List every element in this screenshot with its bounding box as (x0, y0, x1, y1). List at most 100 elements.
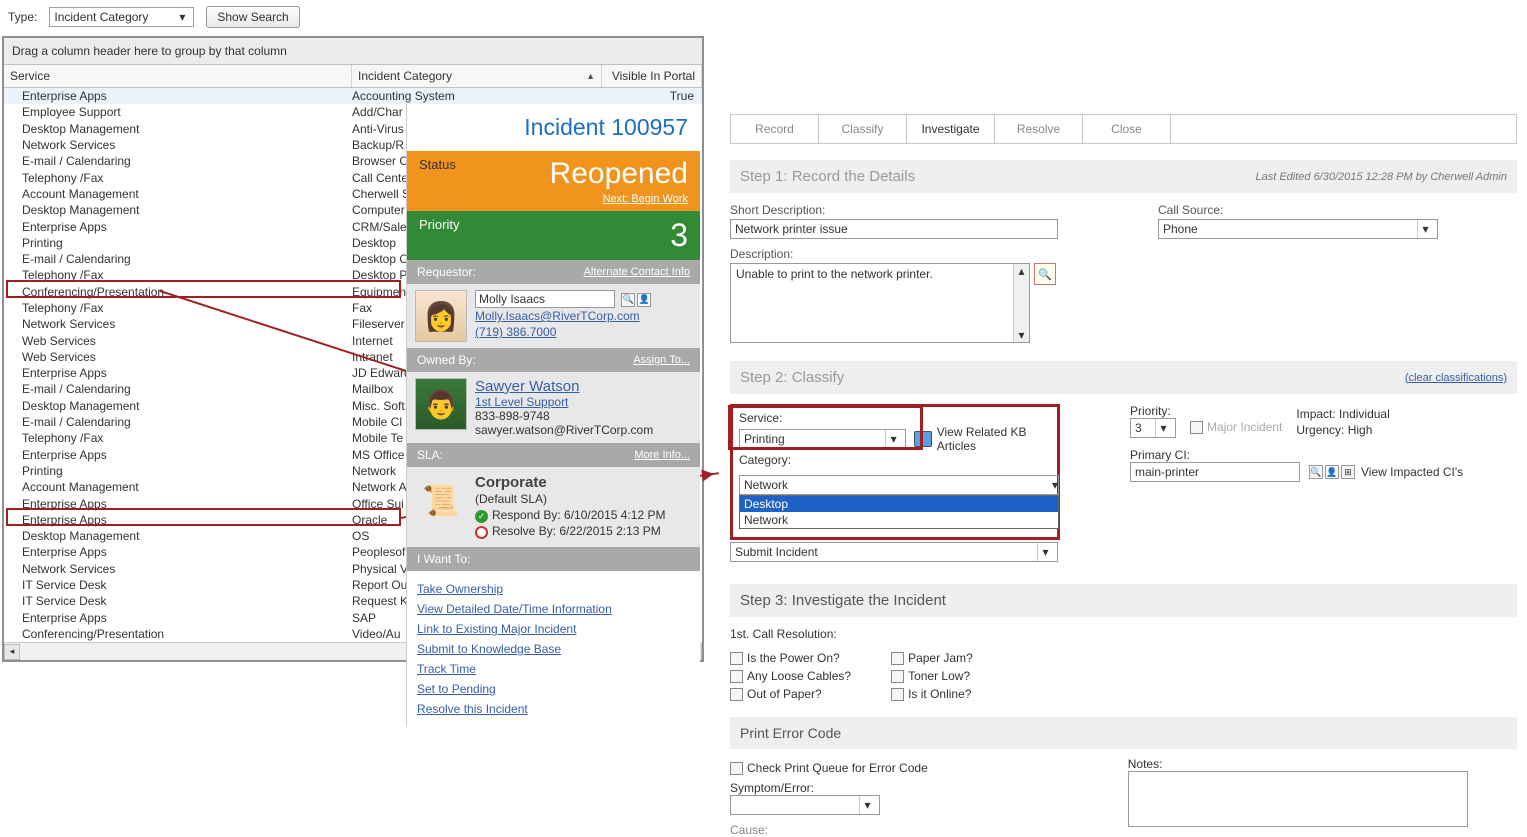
owner-phone: 833-898-9748 (475, 409, 692, 423)
dropdown-arrow-icon: ▾ (859, 796, 875, 814)
textarea-scrollbar[interactable]: ▴▾ (1013, 264, 1029, 342)
category-dropdown-list[interactable]: Desktop Network (739, 495, 1059, 529)
tab-close[interactable]: Close (1083, 115, 1171, 143)
category-label: Category: (739, 453, 791, 467)
notes-label: Notes: (1128, 757, 1163, 771)
type-value: Incident Category (54, 10, 148, 24)
tab-classify[interactable]: Classify (819, 115, 907, 143)
view-impacted-ci-link[interactable]: View Impacted CI's (1361, 465, 1463, 479)
owner-group-link[interactable]: 1st Level Support (475, 395, 692, 409)
col-visible-header[interactable]: Visible In Portal (602, 65, 702, 87)
priority-label: Priority (419, 217, 459, 254)
category-select[interactable]: Network▾ (739, 475, 1059, 495)
desc-label: Description: (730, 247, 1058, 261)
want-header: I Want To: (417, 552, 470, 566)
check-label: Any Loose Cables? (747, 669, 851, 683)
show-search-button[interactable]: Show Search (206, 6, 299, 28)
checkbox[interactable] (730, 688, 743, 701)
classify-highlight-box: Service: Printing▾ View Related KB Artic… (730, 404, 1060, 540)
scroll-left-icon[interactable]: ◂ (4, 644, 20, 660)
want-action-link[interactable]: Set to Pending (417, 679, 690, 699)
category-option-desktop[interactable]: Desktop (740, 496, 1058, 512)
description-textarea[interactable]: Unable to print to the network printer. … (730, 263, 1030, 343)
impact-text: Impact: Individual (1296, 406, 1389, 422)
table-row[interactable]: Enterprise AppsAccounting SystemTrue (4, 88, 702, 104)
tab-record[interactable]: Record (731, 115, 819, 143)
want-action-link[interactable]: Submit to Knowledge Base (417, 639, 690, 659)
want-action-link[interactable]: Track Time (417, 659, 690, 679)
category-option-network[interactable]: Network (740, 512, 1058, 528)
sla-respond: Respond By: 6/10/2015 4:12 PM (492, 508, 665, 522)
priority-select[interactable]: 3▾ (1130, 418, 1176, 438)
respond-ok-icon: ✓ (475, 510, 488, 523)
ci-lookup-icon[interactable]: 🔍 (1309, 465, 1323, 479)
next-action-link[interactable]: Next: Begin Work (550, 193, 688, 205)
want-action-link[interactable]: View Detailed Date/Time Information (417, 599, 690, 619)
checkbox[interactable] (891, 670, 904, 683)
short-desc-label: Short Description: (730, 203, 1058, 217)
call-source-select[interactable]: Phone▾ (1158, 219, 1438, 239)
status-value: Reopened (550, 157, 688, 191)
ci-tree-icon[interactable]: ⊞ (1341, 465, 1355, 479)
urgency-text: Urgency: High (1296, 422, 1389, 438)
col-service-header[interactable]: Service (4, 65, 352, 87)
checkbox[interactable] (730, 670, 743, 683)
requestor-avatar: 👩 (415, 290, 467, 342)
assign-to-link[interactable]: Assign To... (633, 354, 690, 366)
dropdown-arrow-icon: ▾ (1417, 220, 1433, 238)
error-code-header: Print Error Code (740, 725, 841, 741)
want-action-link[interactable]: Resolve this Incident (417, 699, 690, 719)
requestor-phone-link[interactable]: (719) 386.7000 (475, 324, 692, 340)
call-source-label: Call Source: (1158, 203, 1438, 217)
dropdown-arrow-icon: ▾ (1037, 543, 1053, 561)
dropdown-arrow-icon: ▾ (885, 430, 901, 448)
primary-ci-input[interactable]: main-printer (1130, 462, 1300, 482)
group-by-bar[interactable]: Drag a column header here to group by th… (4, 38, 702, 65)
user-icon[interactable]: 👤 (637, 293, 651, 307)
tab-resolve[interactable]: Resolve (995, 115, 1083, 143)
type-select[interactable]: Incident Category ▾ (49, 7, 194, 27)
incident-title: Incident 100957 (407, 104, 700, 151)
symptom-select[interactable]: ▾ (730, 795, 880, 815)
step1-title: Step 1: Record the Details (740, 168, 915, 185)
col-category-header[interactable]: Incident Category▲ (352, 65, 602, 87)
cause-label: Cause: (730, 823, 928, 837)
requestor-header: Requestor: (417, 265, 476, 279)
want-action-link[interactable]: Link to Existing Major Incident (417, 619, 690, 639)
notes-textarea[interactable] (1128, 771, 1468, 827)
spellcheck-icon[interactable]: 🔍 (1034, 263, 1056, 285)
checkbox[interactable] (891, 688, 904, 701)
check-label: Is it Online? (908, 687, 971, 701)
requestor-name-input[interactable]: Molly Isaacs (475, 290, 615, 308)
check-label: Out of Paper? (747, 687, 822, 701)
clear-classifications-link[interactable]: (clear classifications) (1405, 372, 1507, 384)
last-edited: Last Edited 6/30/2015 12:28 PM by Cherwe… (1255, 171, 1507, 183)
lookup-icon[interactable]: 🔍 (621, 293, 635, 307)
alt-contact-link[interactable]: Alternate Contact Info (584, 266, 690, 278)
resolve-breach-icon: ⏱ (475, 526, 488, 539)
service-select[interactable]: Printing▾ (739, 429, 906, 449)
major-incident-checkbox[interactable] (1190, 421, 1203, 434)
sla-more-link[interactable]: More Info... (634, 449, 690, 461)
checkbox[interactable] (730, 652, 743, 665)
submit-incident-select[interactable]: Submit Incident▾ (730, 542, 1058, 562)
tab-investigate[interactable]: Investigate (907, 115, 995, 143)
kb-icon[interactable] (914, 431, 932, 447)
check-print-queue-checkbox[interactable] (730, 762, 743, 775)
checkbox[interactable] (891, 652, 904, 665)
dropdown-arrow-icon: ▾ (175, 10, 189, 24)
service-label: Service: (739, 411, 782, 425)
check-label: Is the Power On? (747, 651, 840, 665)
priority-block: Priority 3 (407, 211, 700, 260)
owner-email: sawyer.watson@RiverTCorp.com (475, 423, 692, 437)
status-label: Status (419, 157, 456, 172)
requestor-email-link[interactable]: Molly.Isaacs@RiverTCorp.com (475, 308, 692, 324)
want-action-link[interactable]: Take Ownership (417, 579, 690, 599)
view-kb-link[interactable]: View Related KB Articles (937, 425, 1051, 453)
owner-name-link[interactable]: Sawyer Watson (475, 378, 692, 395)
check-label: Paper Jam? (908, 651, 973, 665)
ci-user-icon[interactable]: 👤 (1325, 465, 1339, 479)
incident-form: Record Classify Investigate Resolve Clos… (730, 114, 1517, 837)
priority-value: 3 (670, 217, 688, 254)
short-desc-input[interactable]: Network printer issue (730, 219, 1058, 239)
